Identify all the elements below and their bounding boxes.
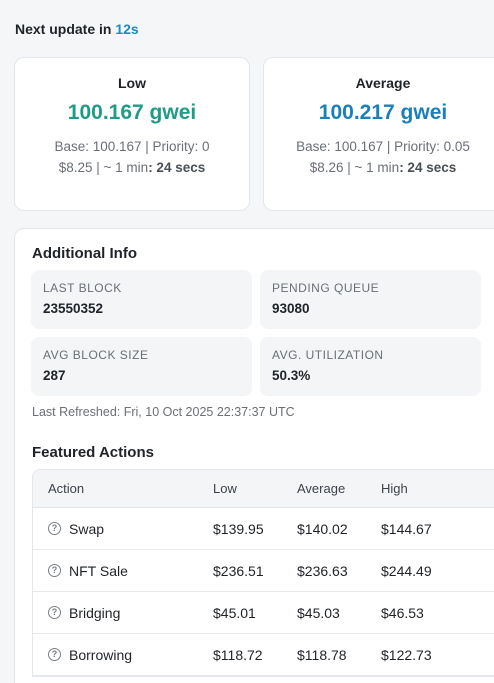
avg-block-size-value: 287	[43, 368, 66, 383]
avg-utilization-label: AVG. UTILIZATION	[272, 348, 384, 362]
average-gas-price: 100.217 gwei	[318, 101, 448, 124]
row-average: $236.63	[297, 562, 348, 579]
pending-queue-stat: PENDING QUEUE 93080	[260, 270, 481, 329]
average-gas-card: Average 100.217 gwei Base: 100.167 | Pri…	[263, 57, 494, 211]
additional-info-title: Additional Info	[32, 245, 137, 262]
average-card-title: Average	[355, 75, 411, 91]
row-action-bridging: Bridging	[69, 604, 121, 621]
low-gas-card: Low 100.167 gwei Base: 100.167 | Priorit…	[14, 57, 250, 211]
help-circle-icon[interactable]: ?	[48, 648, 61, 661]
help-circle-icon[interactable]: ?	[48, 606, 61, 619]
low-cost-time-secs: : 24 secs	[148, 160, 206, 175]
header-low: Low	[213, 481, 237, 496]
row-action-borrowing: Borrowing	[69, 646, 133, 663]
row-high: $122.73	[381, 646, 432, 663]
last-refreshed: Last Refreshed: Fri, 10 Oct 2025 22:37:3…	[32, 405, 295, 419]
average-cost-time-text: $8.26 | ~ 1 min	[309, 160, 400, 175]
average-cost-time-secs: : 24 secs	[399, 160, 457, 175]
header-action: Action	[48, 481, 85, 496]
pending-queue-label: PENDING QUEUE	[272, 281, 380, 295]
low-card-title: Low	[118, 75, 146, 91]
row-average: $118.78	[297, 646, 347, 663]
table-row: ? Bridging $45.01 $45.03 $46.53	[33, 592, 494, 634]
gas-tracker-page: Next update in 12s Low 100.167 gwei Base…	[0, 0, 494, 683]
next-update-indicator: Next update in 12s	[15, 21, 139, 37]
table-header-row: Action Low Average High	[33, 470, 494, 508]
last-block-value: 23550352	[43, 301, 104, 316]
avg-block-size-label: AVG BLOCK SIZE	[43, 348, 149, 362]
row-low: $45.01	[213, 604, 256, 621]
table-row: ? Borrowing $118.72 $118.78 $122.73	[33, 634, 494, 676]
table-row: ? Swap $139.95 $140.02 $144.67	[33, 508, 494, 550]
row-low: $139.95	[213, 520, 264, 537]
average-base-priority: Base: 100.167 | Priority: 0.05	[296, 139, 470, 154]
pending-queue-value: 93080	[272, 301, 310, 316]
row-high: $244.49	[381, 562, 432, 579]
last-block-label: LAST BLOCK	[43, 281, 122, 295]
table-row: ? NFT Sale $236.51 $236.63 $244.49	[33, 550, 494, 592]
row-low: $236.51	[213, 562, 264, 579]
featured-actions-title: Featured Actions	[32, 444, 154, 461]
row-high: $46.53	[381, 604, 424, 621]
additional-info-panel: Additional Info LAST BLOCK 23550352 PEND…	[14, 228, 494, 683]
low-gas-price: 100.167 gwei	[67, 101, 197, 124]
help-circle-icon[interactable]: ?	[48, 564, 61, 577]
average-cost-time: $8.26 | ~ 1 min: 24 secs	[264, 157, 494, 178]
row-average: $140.02	[297, 520, 348, 537]
row-high: $144.67	[381, 520, 432, 537]
avg-utilization-value: 50.3%	[272, 368, 311, 383]
low-cost-time-text: $8.25 | ~ 1 min	[58, 160, 149, 175]
header-average: Average	[297, 481, 346, 496]
row-average: $45.03	[297, 604, 340, 621]
featured-actions-table: Action Low Average High ? Swap $139.95 $1…	[32, 469, 494, 677]
row-low: $118.72	[213, 646, 263, 663]
avg-utilization-stat: AVG. UTILIZATION 50.3%	[260, 337, 481, 396]
help-circle-icon[interactable]: ?	[48, 522, 61, 535]
last-block-stat: LAST BLOCK 23550352	[31, 270, 252, 329]
avg-block-size-stat: AVG BLOCK SIZE 287	[31, 337, 252, 396]
low-cost-time: $8.25 | ~ 1 min: 24 secs	[15, 157, 249, 178]
low-base-priority: Base: 100.167 | Priority: 0	[54, 139, 210, 154]
row-action-nft-sale: NFT Sale	[69, 562, 128, 579]
row-action-swap: Swap	[69, 520, 105, 537]
next-update-countdown: 12s	[115, 21, 139, 37]
next-update-label: Next update in	[15, 21, 112, 37]
header-high: High	[381, 481, 408, 496]
